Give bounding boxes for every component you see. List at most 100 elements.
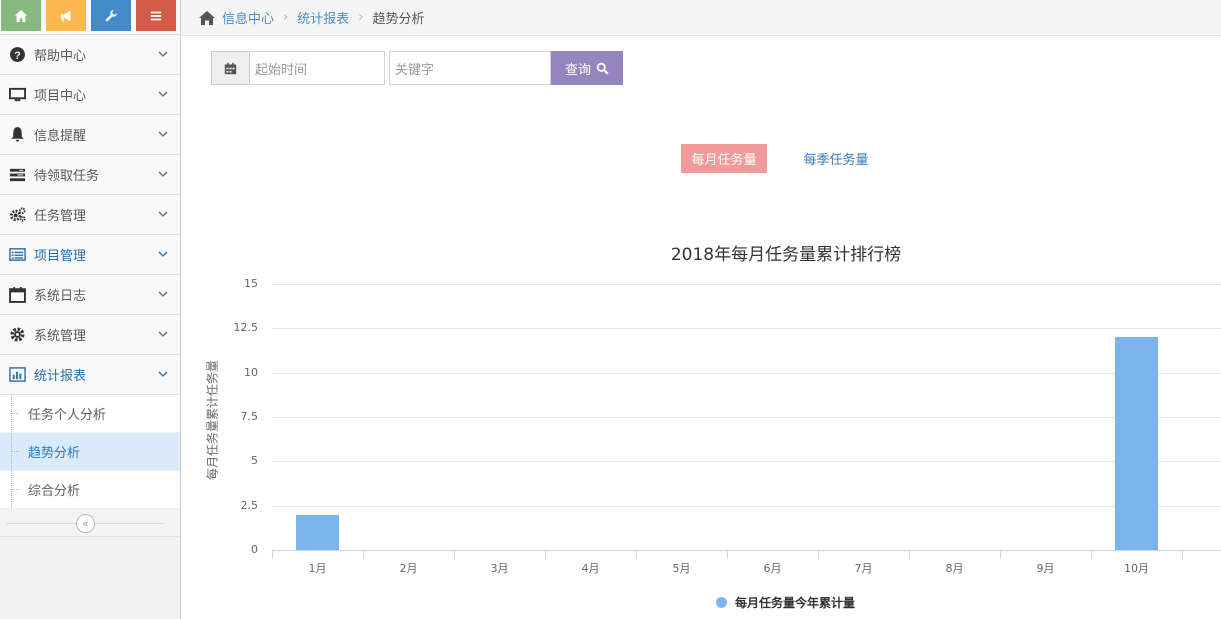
gridline <box>272 328 1221 330</box>
query-button[interactable]: 查询 <box>551 51 623 85</box>
x-tick-mark <box>363 550 364 559</box>
sidebar-item-notifications[interactable]: 信息提醒 <box>0 115 180 155</box>
sidebar-item-label: 系统日志 <box>34 289 87 304</box>
x-tick-mark <box>909 550 910 559</box>
x-tick-mark <box>454 550 455 559</box>
y-tick-label: 10 <box>244 365 258 379</box>
x-tick-mark <box>272 550 273 559</box>
bullhorn-icon[interactable] <box>46 0 86 31</box>
sidebar-item-project-center[interactable]: 项目中心 <box>0 75 180 115</box>
calendar-icon <box>0 286 34 303</box>
sidebar-item-label: 任务管理 <box>34 209 87 224</box>
x-tick-label: 1月 <box>308 562 327 575</box>
chevron-down-icon <box>158 251 168 257</box>
start-date-input[interactable]: 起始时间 <box>250 51 385 85</box>
list-icon <box>0 246 34 263</box>
chart-title: 2018年每月任务量累计排行榜 <box>670 245 902 265</box>
x-tick-label: 9月 <box>1036 562 1055 575</box>
y-tick-label: 2.5 <box>240 498 259 512</box>
sidebar-item-statistics[interactable]: 统计报表 <box>0 355 180 395</box>
y-tick-label: 12.5 <box>233 321 259 335</box>
shortcut-bar <box>0 0 180 35</box>
x-tick-label: 10月 <box>1124 562 1149 575</box>
sidebar: ? 帮助中心 项目中心 信息提醒 待领取任务 任务管理 项目管理 系统日志 系统… <box>0 0 181 619</box>
sidebar-item-system-log[interactable]: 系统日志 <box>0 275 180 315</box>
sidebar-subitem-comprehensive-analysis[interactable]: 综合分析 <box>0 471 180 509</box>
chart-legend[interactable]: 每月任务量今年累计量 <box>716 594 855 611</box>
sidebar-item-label: 项目中心 <box>34 89 87 104</box>
x-tick-mark <box>1000 550 1001 559</box>
chevron-down-icon <box>158 131 168 137</box>
menu-icon[interactable] <box>136 0 176 31</box>
x-tick-mark <box>1182 550 1183 559</box>
calendar-icon[interactable] <box>211 51 250 85</box>
search-icon <box>596 62 609 75</box>
tasks-icon <box>0 166 34 183</box>
gridline <box>272 372 1221 374</box>
home-icon[interactable] <box>199 10 215 25</box>
home-icon[interactable] <box>1 0 41 31</box>
legend-label: 每月任务量今年累计量 <box>735 596 856 610</box>
sidebar-item-label: 帮助中心 <box>34 49 87 64</box>
gridline <box>272 417 1221 418</box>
gridline <box>272 505 1221 507</box>
x-tick-label: 4月 <box>581 562 600 575</box>
collapse-sidebar-icon[interactable]: « <box>76 514 95 533</box>
gridline <box>272 461 1221 463</box>
y-axis-label: 每月任务量累计任务量 <box>205 359 220 481</box>
sidebar-item-system-management[interactable]: 系统管理 <box>0 315 180 355</box>
sidebar-item-label: 系统管理 <box>34 329 87 344</box>
tab-monthly[interactable]: 每月任务量 <box>681 144 767 173</box>
y-tick-label: 15 <box>244 277 258 290</box>
breadcrumb-current: 趋势分析 <box>372 12 425 27</box>
sidebar-subitem-trend-analysis[interactable]: 趋势分析 <box>0 433 180 471</box>
svg-text:?: ? <box>14 50 20 62</box>
wrench-icon[interactable] <box>91 0 131 31</box>
bell-icon <box>0 126 34 143</box>
x-tick-mark <box>545 550 546 559</box>
x-tick-mark <box>818 550 819 559</box>
breadcrumb-parent-link[interactable]: 统计报表 <box>297 8 349 27</box>
y-tick-label: 5 <box>251 454 258 468</box>
sidebar-item-pending-tasks[interactable]: 待领取任务 <box>0 155 180 195</box>
query-button-label: 查询 <box>564 62 591 78</box>
bar[interactable] <box>1115 337 1158 550</box>
chevron-right-icon: › <box>283 10 289 25</box>
sidebar-item-help[interactable]: ? 帮助中心 <box>0 35 180 75</box>
y-tick-label: 0 <box>251 543 258 556</box>
sidebar-item-label: 项目管理 <box>34 249 87 264</box>
sidebar-item-project-management[interactable]: 项目管理 <box>0 235 180 275</box>
chevron-down-icon <box>158 371 168 377</box>
cogs-icon <box>0 206 34 223</box>
chevron-down-icon <box>158 291 168 297</box>
chevron-down-icon <box>158 51 168 57</box>
y-tick-label: 7.5 <box>240 410 259 423</box>
gear-icon <box>0 326 34 343</box>
bar-chart-icon <box>0 366 34 383</box>
search-bar: 起始时间 关键字 查询 <box>211 51 623 85</box>
chevron-down-icon <box>158 91 168 97</box>
legend-marker <box>716 597 727 608</box>
sidebar-item-label: 待领取任务 <box>34 169 100 184</box>
breadcrumb-home-link[interactable]: 信息中心 <box>222 8 274 27</box>
chevron-down-icon <box>158 331 168 337</box>
bar[interactable] <box>296 514 339 550</box>
gridline <box>272 284 1221 285</box>
question-circle-icon: ? <box>0 46 34 63</box>
sidebar-collapse-row: « <box>0 509 180 537</box>
x-tick-mark <box>727 550 728 559</box>
x-tick-label: 3月 <box>490 562 509 575</box>
sidebar-subitem-personal-analysis[interactable]: 任务个人分析 <box>0 395 180 433</box>
x-tick-label: 2月 <box>399 562 418 575</box>
x-tick-mark <box>1091 550 1092 559</box>
x-tick-label: 5月 <box>672 562 691 575</box>
chevron-down-icon <box>158 171 168 177</box>
chevron-down-icon <box>158 211 168 217</box>
sidebar-item-task-management[interactable]: 任务管理 <box>0 195 180 235</box>
keyword-input[interactable]: 关键字 <box>389 51 551 85</box>
tab-quarterly[interactable]: 每季任务量 <box>794 144 878 173</box>
x-tick-mark <box>636 550 637 559</box>
x-tick-label: 1 <box>1208 560 1221 573</box>
x-axis-line <box>272 550 1221 551</box>
sidebar-item-label: 信息提醒 <box>34 129 87 144</box>
